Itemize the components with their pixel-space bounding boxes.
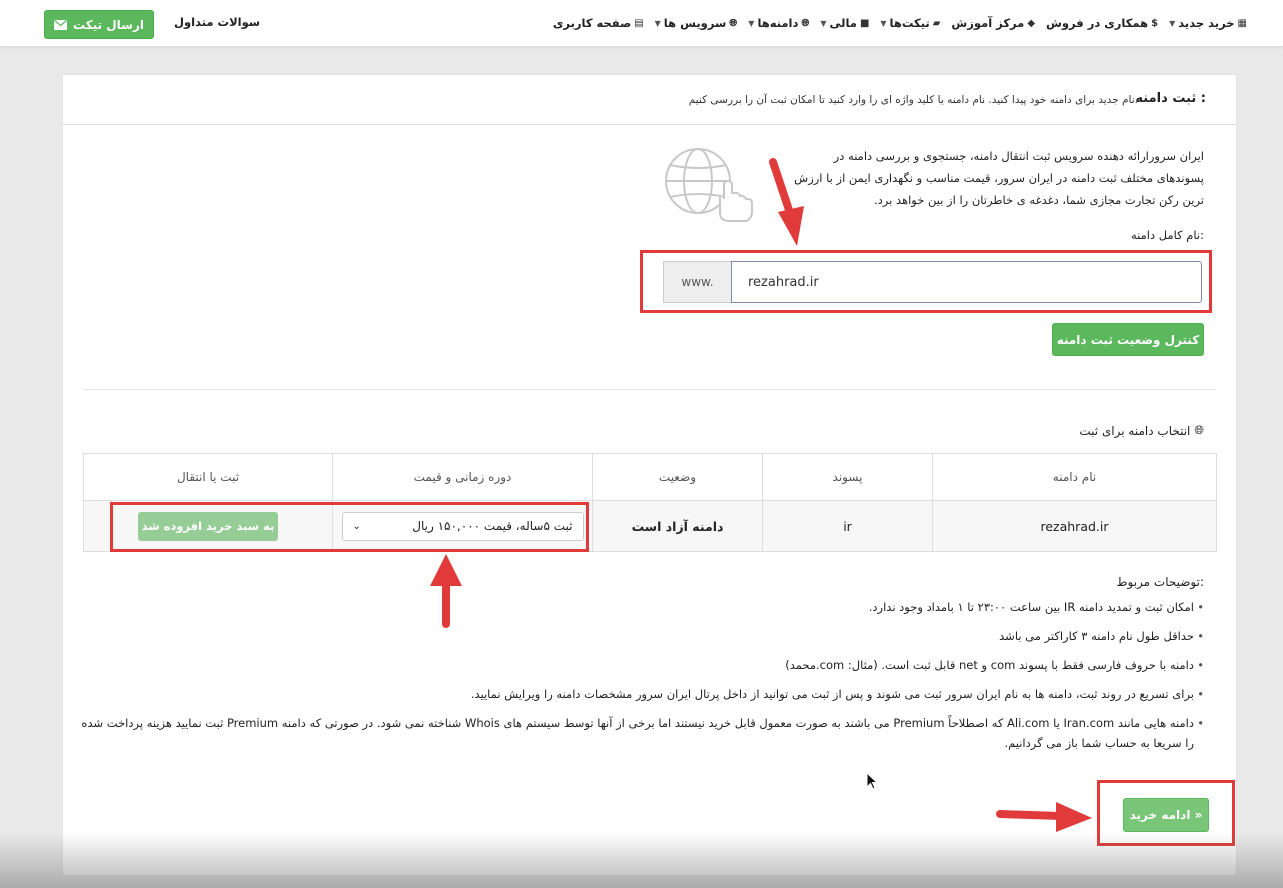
section-divider <box>83 389 1216 390</box>
column-header: نام دامنه <box>932 453 1217 501</box>
top-navbar: ▤ صفحه کاربری 🌐︎ سرویس ها ▼ 🌐︎ دامنه‌ها … <box>0 0 1283 47</box>
nav-item-label: دامنه‌ها <box>757 16 799 30</box>
nav-item-label: تیکت‌ها <box>889 16 930 30</box>
nav-item-learning[interactable]: ◆ مرکز آموزش <box>951 16 1035 30</box>
card-header: ثبت دامنه : نام جدید برای دامنه خود پیدا… <box>63 75 1236 125</box>
globe-hand-icon <box>665 148 753 222</box>
graduation-cap-icon: ◆ <box>1027 17 1036 29</box>
intro-text: ایران سرورارائه دهنده سرویس ثبت انتقال د… <box>794 149 1204 207</box>
nav-item-domains[interactable]: 🌐︎ دامنه‌ها ▼ <box>748 16 809 30</box>
nav-item-tickets[interactable]: ▰ تیکت‌ها ▼ <box>880 16 940 30</box>
dashboard-icon: ▤ <box>634 17 644 29</box>
page-title: ثبت دامنه : <box>1135 91 1206 106</box>
chevron-down-icon: ⌄ <box>352 520 361 532</box>
chevron-down-icon: ▼ <box>654 18 661 28</box>
nav-item-billing[interactable]: ■ مالی ▼ <box>820 16 869 30</box>
domain-register-card: ثبت دامنه : نام جدید برای دامنه خود پیدا… <box>62 74 1237 876</box>
chevron-down-icon: ▼ <box>748 18 755 28</box>
main-nav: ▤ صفحه کاربری 🌐︎ سرویس ها ▼ 🌐︎ دامنه‌ها … <box>553 0 1247 46</box>
nav-item-dashboard[interactable]: ▤ صفحه کاربری <box>553 16 644 30</box>
domain-results-table: نام دامنه پسوند وضعیت دوره زمانی و قیمت … <box>83 453 1217 552</box>
period-price-select[interactable]: ثبت ۵ساله، قیمت ۱۵۰,۰۰۰ ریال ⌄ <box>341 511 584 541</box>
nav-item-label: همکاری در فروش <box>1046 16 1149 30</box>
column-header: دوره زمانی و قیمت <box>332 453 593 501</box>
chevron-down-icon: ▼ <box>820 18 827 28</box>
status-cell: دامنه آزاد است <box>592 500 763 552</box>
added-to-cart-button[interactable]: به سبد خرید افزوده شد <box>138 511 278 541</box>
list-item: امکان ثبت و تمدید دامنه IR بین ساعت ۲۳:۰… <box>79 597 1204 617</box>
envelope-icon <box>53 19 67 30</box>
domain-cell: rezahrad.ir <box>932 500 1217 552</box>
send-ticket-label: ارسال تیکت <box>72 17 144 32</box>
column-header: وضعیت <box>592 453 763 501</box>
globe-icon: 🌐︎ <box>1194 423 1204 437</box>
nav-item-label: صفحه کاربری <box>552 16 632 30</box>
send-ticket-button[interactable]: ارسال تیکت <box>44 10 154 39</box>
page-subtitle: نام جدید برای دامنه خود پیدا کنید. نام د… <box>688 94 1138 106</box>
period-cell: ثبت ۵ساله، قیمت ۱۵۰,۰۰۰ ریال ⌄ <box>332 500 593 552</box>
nav-item-label: مالی <box>829 16 857 30</box>
notes-list: امکان ثبت و تمدید دامنه IR بین ساعت ۲۳:۰… <box>79 597 1204 762</box>
domain-input-group: www. <box>663 261 1202 303</box>
list-item: دامنه هایی مانند Iran.com یا Ali.com که … <box>79 713 1204 753</box>
column-header: پسوند <box>762 453 933 501</box>
nav-item-services[interactable]: 🌐︎ سرویس ها ▼ <box>655 16 738 30</box>
action-cell: به سبد خرید افزوده شد <box>83 500 333 552</box>
check-domain-button[interactable]: کنترل وضعیت ثبت دامنه <box>1052 323 1204 356</box>
table-row: rezahrad.ir ir دامنه آزاد است ثبت ۵ساله،… <box>83 500 1217 552</box>
column-header: ثبت یا انتقال <box>83 453 333 501</box>
nav-item-affiliate[interactable]: $ همکاری در فروش <box>1046 16 1158 30</box>
period-selected-value: ثبت ۵ساله، قیمت ۱۵۰,۰۰۰ ریال <box>412 519 573 533</box>
briefcase-icon: ■ <box>859 17 870 29</box>
comments-icon: ▰ <box>932 17 941 29</box>
continue-purchase-button[interactable]: ادامه خرید » <box>1123 798 1209 832</box>
notes-title: توضیحات مربوط: <box>1116 575 1204 589</box>
domain-name-input[interactable] <box>731 261 1202 303</box>
chevron-down-icon: ▼ <box>1169 18 1176 28</box>
status-text: دامنه آزاد است <box>631 518 724 534</box>
mouse-cursor-icon <box>866 772 878 790</box>
list-item: حداقل طول نام دامنه ۳ کاراکتر می باشد <box>79 626 1204 646</box>
select-domain-title: انتخاب دامنه برای ثبت <box>1079 423 1191 438</box>
nav-item-new-order[interactable]: ▦ خرید جدید ▼ <box>1169 16 1247 30</box>
globe-icon: 🌐︎ <box>801 17 810 29</box>
www-prefix: www. <box>663 261 731 303</box>
nav-item-label: خرید جدید <box>1178 16 1235 30</box>
chevron-down-icon: ▼ <box>880 18 887 28</box>
nav-item-label: مرکز آموزش <box>951 16 1025 30</box>
globe-icon: 🌐︎ <box>729 17 738 29</box>
domain-field-label: نام کامل دامنه: <box>1131 228 1204 242</box>
tld-cell: ir <box>762 500 933 552</box>
grid-icon: ▦ <box>1237 17 1247 29</box>
select-domain-heading: 🌐︎ انتخاب دامنه برای ثبت <box>1079 423 1204 438</box>
list-item: برای تسریع در روند ثبت، دامنه ها به نام … <box>79 684 1204 704</box>
table-header-row: نام دامنه پسوند وضعیت دوره زمانی و قیمت … <box>83 453 1217 501</box>
list-item: دامنه با حروف فارسی فقط با پسوند com و n… <box>79 655 1204 675</box>
faq-link[interactable]: سوالات متداول <box>174 15 260 29</box>
nav-item-label: سرویس ها <box>663 16 727 30</box>
dollar-icon: $ <box>1151 17 1159 29</box>
